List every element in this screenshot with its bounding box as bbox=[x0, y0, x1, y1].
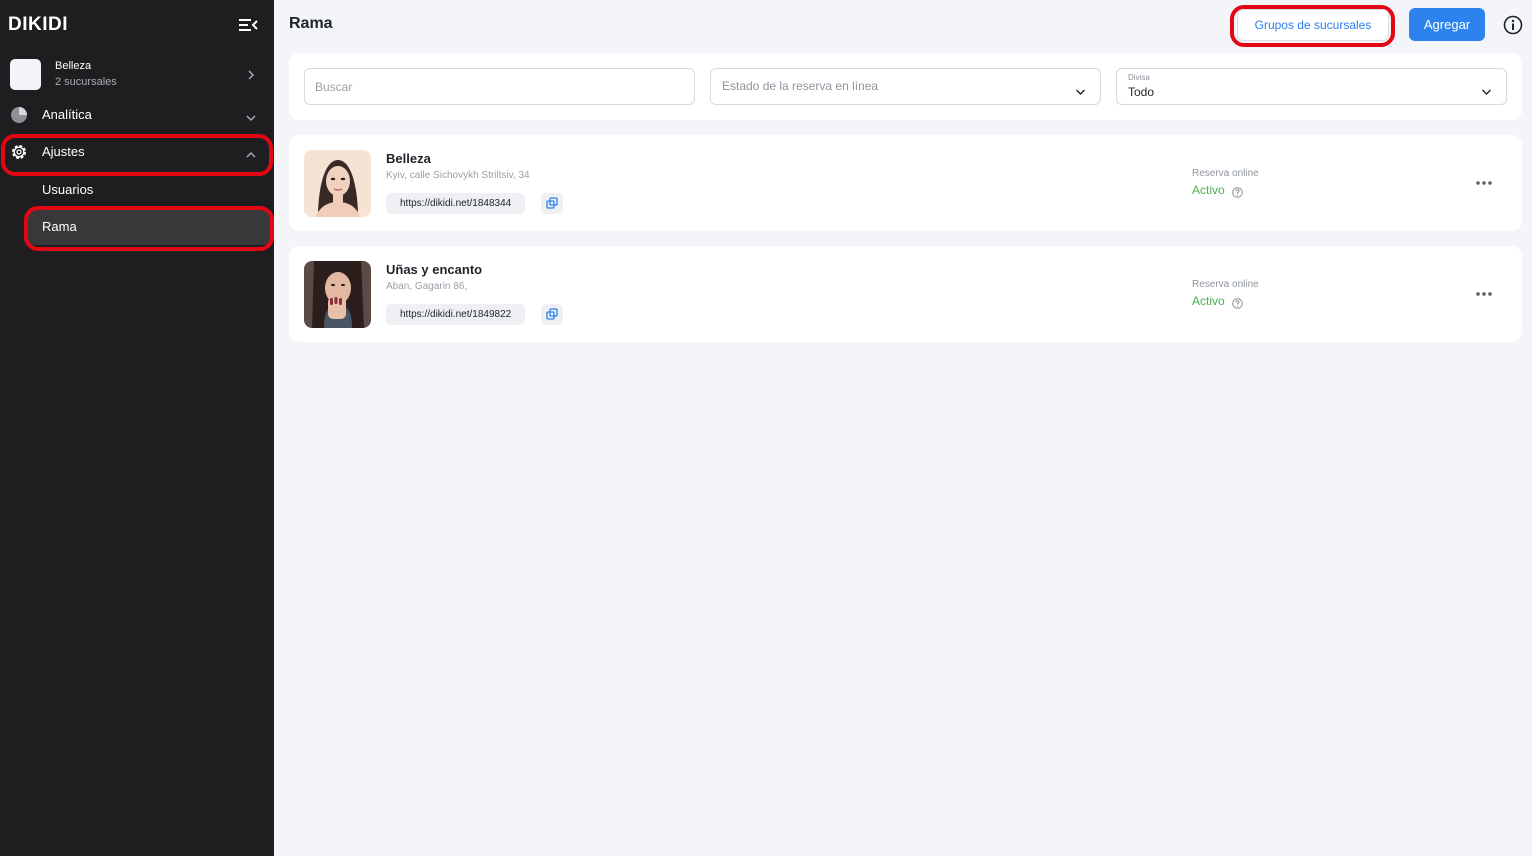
add-button[interactable]: Agregar bbox=[1409, 8, 1485, 41]
info-icon[interactable] bbox=[1503, 15, 1523, 35]
filters-panel: Estado de la reserva en línea Divisa Tod… bbox=[289, 53, 1522, 120]
sidebar-item-label: Ajustes bbox=[42, 144, 85, 159]
branch-card[interactable]: Belleza Kyiv, calle Sichovykh Striltsiv,… bbox=[289, 135, 1522, 231]
company-name: Belleza bbox=[55, 60, 92, 72]
pie-chart-icon bbox=[10, 106, 28, 124]
help-icon[interactable] bbox=[1232, 296, 1243, 309]
reservation-label: Reserva online bbox=[1192, 279, 1259, 290]
reservation-status-select[interactable]: Estado de la reserva en línea bbox=[710, 68, 1101, 105]
sidebar-subitem-label: Usuarios bbox=[42, 182, 94, 197]
currency-select[interactable]: Divisa Todo bbox=[1116, 68, 1507, 105]
reservation-status: Activo bbox=[1192, 294, 1225, 308]
copy-icon[interactable] bbox=[541, 193, 563, 214]
sidebar-item-settings[interactable]: Ajustes bbox=[0, 134, 274, 171]
sidebar-item-analytics[interactable]: Analítica bbox=[0, 97, 274, 134]
gear-icon bbox=[10, 143, 28, 161]
branch-link[interactable]: https://dikidi.net/1848344 bbox=[386, 193, 526, 214]
branch-name: Uñas y encanto bbox=[386, 262, 483, 277]
select-value: Todo bbox=[1128, 85, 1155, 99]
help-icon[interactable] bbox=[1232, 185, 1243, 198]
company-switcher[interactable]: Belleza 2 sucursales bbox=[10, 58, 266, 92]
branch-photo bbox=[304, 150, 371, 217]
more-icon[interactable] bbox=[1472, 286, 1496, 302]
chevron-down-icon bbox=[1075, 83, 1086, 95]
chevron-down-icon bbox=[245, 110, 257, 122]
branch-photo bbox=[304, 261, 371, 328]
sidebar-subitem-branch[interactable]: Rama bbox=[28, 208, 270, 245]
more-icon[interactable] bbox=[1472, 175, 1496, 191]
branch-card[interactable]: Uñas y encanto Aban, Gagarin 86, https:/… bbox=[289, 246, 1522, 342]
branch-groups-button[interactable]: Grupos de sucursales bbox=[1237, 9, 1389, 41]
select-label: Divisa bbox=[1128, 73, 1150, 82]
sidebar: DIKIDI Belleza 2 sucursales Analítica Aj… bbox=[0, 0, 274, 856]
select-placeholder: Estado de la reserva en línea bbox=[722, 79, 879, 93]
page-title: Rama bbox=[289, 15, 333, 32]
branch-address: Kyiv, calle Sichovykh Striltsiv, 34 bbox=[386, 170, 530, 181]
reservation-label: Reserva online bbox=[1192, 168, 1259, 179]
copy-icon[interactable] bbox=[541, 304, 563, 325]
branch-address: Aban, Gagarin 86, bbox=[386, 281, 468, 292]
app-logo: DIKIDI bbox=[8, 14, 68, 35]
company-branch-count: 2 sucursales bbox=[55, 76, 117, 88]
chevron-down-icon bbox=[1481, 83, 1492, 95]
branch-link[interactable]: https://dikidi.net/1849822 bbox=[386, 304, 526, 325]
search-input[interactable] bbox=[304, 68, 695, 105]
chevron-up-icon bbox=[245, 147, 257, 158]
sidebar-subitem-users[interactable]: Usuarios bbox=[28, 171, 270, 208]
reservation-status: Activo bbox=[1192, 183, 1225, 197]
chevron-right-icon bbox=[246, 68, 256, 80]
menu-collapse-icon[interactable] bbox=[238, 16, 258, 34]
branch-name: Belleza bbox=[386, 151, 431, 166]
sidebar-item-label: Analítica bbox=[42, 107, 92, 122]
sidebar-subitem-label: Rama bbox=[42, 219, 77, 234]
company-avatar bbox=[10, 59, 41, 90]
